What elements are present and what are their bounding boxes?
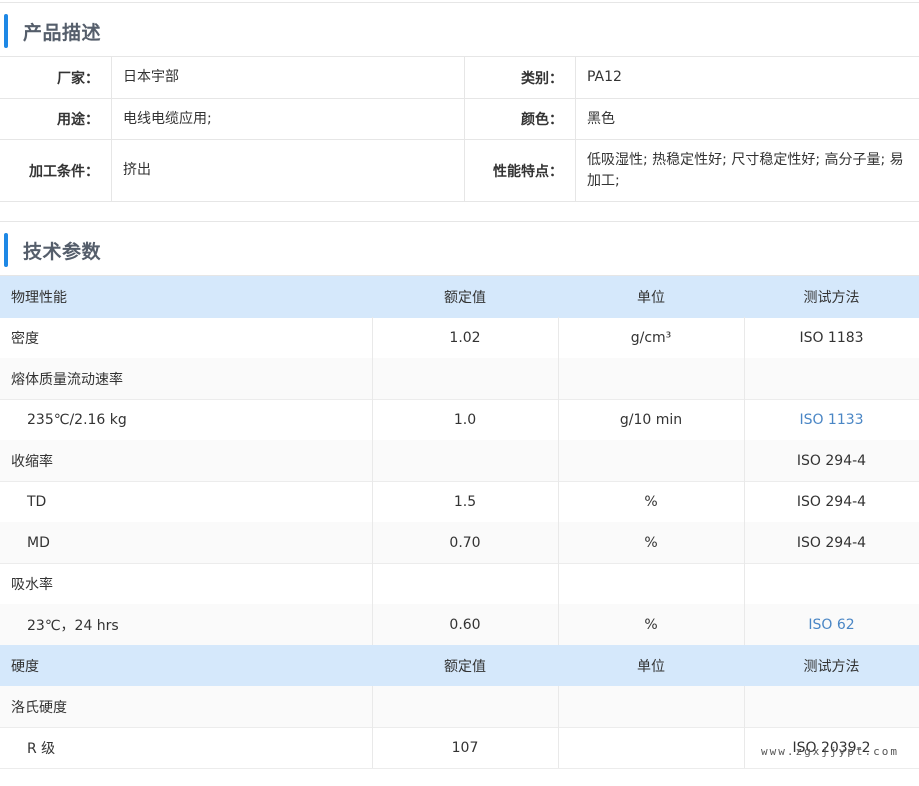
column-header: 硬度	[11, 658, 39, 675]
table-cell	[744, 686, 919, 727]
table-row: 23℃，24 hrs 0.60% ISO 62	[0, 604, 919, 646]
desc-label: 厂家：	[57, 70, 99, 87]
desc-row-manufacturer: 厂家： 日本宇部 类别： PA12	[0, 57, 919, 99]
table-cell: 1.02	[449, 329, 481, 346]
table-cell: 1.0	[453, 411, 477, 428]
table-cell: 熔体质量流动速率	[11, 371, 123, 388]
table-cell: ISO 1183	[799, 329, 864, 346]
table-row: 吸水率	[0, 563, 919, 605]
desc-value: 挤出	[123, 162, 151, 178]
section-header: 产品描述	[0, 3, 919, 57]
table-cell: ISO 294-4	[796, 493, 867, 510]
table-cell	[558, 686, 744, 727]
table-cell: 23℃，24 hrs	[27, 617, 119, 634]
section-title: 技术参数	[23, 241, 102, 263]
column-header: 单位	[637, 289, 665, 306]
table-row: TD 1.5% ISO 294-4	[0, 481, 919, 523]
column-header: 测试方法	[803, 658, 860, 675]
table-cell	[372, 563, 558, 604]
column-header: 测试方法	[803, 289, 860, 306]
desc-value: 黑色	[587, 110, 615, 127]
table-cell	[372, 440, 558, 481]
table-cell: MD	[27, 534, 50, 551]
table-row: 密度 1.02 g/cm³ ISO 1183	[0, 317, 919, 359]
test-method-link[interactable]: ISO 62	[744, 604, 919, 645]
table-cell: 吸水率	[11, 576, 53, 593]
column-header: 额定值	[444, 289, 486, 306]
table-cell	[558, 727, 744, 768]
desc-value: 电线电缆应用;	[123, 110, 212, 127]
table-cell: R 级	[27, 740, 56, 757]
table-cell: ISO 294-4	[796, 452, 867, 469]
table-cell	[372, 358, 558, 399]
table-cell	[558, 358, 744, 399]
section-title: 产品描述	[23, 22, 102, 44]
table-cell: %	[644, 616, 658, 633]
table-cell: 洛氏硬度	[11, 699, 67, 716]
column-header: 额定值	[444, 658, 486, 675]
table-cell	[558, 563, 744, 604]
desc-label: 类别：	[521, 70, 563, 87]
test-method-link[interactable]: ISO 1133	[744, 399, 919, 440]
table-header-row: 硬度 额定值 单位 测试方法	[0, 645, 919, 687]
desc-label: 性能特点：	[493, 163, 563, 180]
table-cell: %	[644, 493, 658, 510]
table-cell: 密度	[11, 330, 39, 347]
desc-value: 低吸湿性; 热稳定性好; 尺寸稳定性好; 高分子量; 易加工;	[587, 151, 904, 189]
table-cell: %	[644, 534, 658, 551]
section-accent-bar	[4, 233, 8, 267]
table-row: MD 0.70% ISO 294-4	[0, 522, 919, 564]
table-cell	[744, 358, 919, 399]
desc-value: PA12	[587, 69, 622, 85]
table-cell: 0.60	[449, 616, 481, 633]
table-cell: 1.5	[453, 493, 477, 510]
table-header-row: 物理性能 额定值 单位 测试方法	[0, 276, 919, 318]
params-table: 物理性能 额定值 单位 测试方法 密度 1.02 g/cm³ ISO 1183 熔体质量流动速率…	[0, 276, 919, 786]
table-cell: g/10 min	[619, 411, 683, 428]
table-cell	[372, 686, 558, 727]
table-cell	[558, 440, 744, 481]
desc-value: 日本宇部	[123, 69, 179, 85]
table-cell: TD	[27, 493, 47, 510]
desc-row-processing: 加工条件： 挤出 性能特点： 低吸湿性; 热稳定性好; 尺寸稳定性好; 高分子量…	[0, 140, 919, 202]
table-row: 熔体质量流动速率	[0, 358, 919, 400]
desc-label: 颜色：	[521, 112, 563, 128]
table-cell: 107	[451, 739, 479, 756]
table-cell: 235℃/2.16 kg	[27, 411, 127, 428]
column-header: 物理性能	[11, 289, 67, 306]
table-row: 洛氏硬度	[0, 686, 919, 728]
table-row: 235℃/2.16 kg 1.0 g/10 min ISO 1133	[0, 399, 919, 441]
desc-row-usage: 用途： 电线电缆应用; 颜色： 黑色	[0, 99, 919, 140]
section-accent-bar	[4, 14, 8, 48]
table-cell: g/cm³	[630, 329, 672, 346]
watermark: www.zgxjjypt.com	[761, 745, 899, 758]
column-header: 单位	[637, 658, 665, 675]
section-header: 技术参数	[0, 222, 919, 276]
tech-params-section: 技术参数 物理性能 额定值 单位 测试方法 密度 1.02 g/cm³ ISO 1183 熔体质…	[0, 221, 919, 782]
desc-label: 用途：	[57, 112, 99, 128]
table-cell: ISO 294-4	[796, 534, 867, 551]
table-cell: 0.70	[449, 534, 481, 551]
table-cell	[744, 563, 919, 604]
table-cell: 收缩率	[11, 453, 53, 470]
table-row: 收缩率 ISO 294-4	[0, 440, 919, 482]
desc-label: 加工条件：	[29, 163, 99, 180]
product-description-section: 产品描述 厂家： 日本宇部 类别： PA12 用途： 电线电缆应用; 颜色： 黑…	[0, 2, 919, 203]
